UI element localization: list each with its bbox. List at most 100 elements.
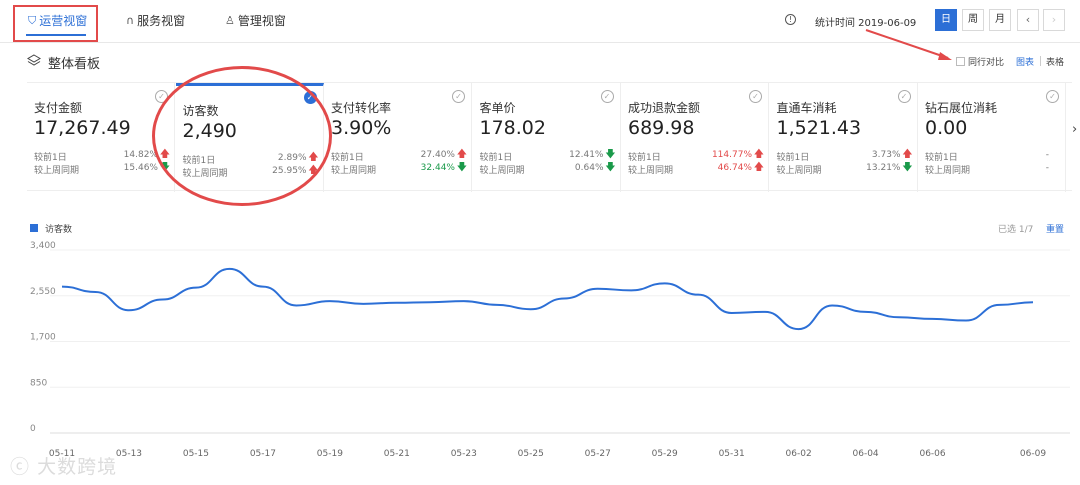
compare-value: 15.46% bbox=[123, 163, 158, 173]
compare-label: 较上周同期 bbox=[776, 166, 822, 176]
visitor-line-chart: 3,4002,5501,700850005-11 05-13 05-15 05-17 0… bbox=[30, 241, 1070, 459]
metric-title: 直通车消耗 bbox=[776, 101, 837, 115]
compare-row-day: 较前1日 27.40% 🡅 bbox=[331, 149, 467, 164]
y-tick-label: 2,550 bbox=[30, 287, 56, 297]
x-tick-label: 05-25 bbox=[518, 449, 544, 459]
compare-row-day: 较前1日 114.77% 🡅 bbox=[628, 149, 764, 164]
compare-value: 0.64% bbox=[574, 163, 604, 173]
compare-label: 较前1日 bbox=[628, 153, 661, 163]
peer-compare-checkbox[interactable] bbox=[956, 57, 965, 66]
down-arrow-icon: 🡇 bbox=[902, 162, 913, 173]
check-icon[interactable]: ✓ bbox=[600, 90, 614, 103]
compare-row-day: 较前1日 12.41% 🡇 bbox=[479, 149, 616, 164]
divider bbox=[1040, 56, 1041, 66]
metric-value: 17,267.49 bbox=[34, 117, 131, 139]
metric-title: 支付金额 bbox=[34, 101, 83, 115]
layers-icon bbox=[27, 54, 41, 66]
up-arrow-icon: 🡅 bbox=[902, 149, 913, 160]
up-arrow-icon: 🡅 bbox=[456, 149, 467, 160]
x-tick-label: 05-15 bbox=[183, 449, 209, 459]
metric-card[interactable]: 钻石展位消耗 0.00 ✓ 较前1日 - 较上周同期 - bbox=[918, 83, 1066, 192]
metric-title: 成功退款金额 bbox=[628, 101, 701, 115]
metric-value: 1,521.43 bbox=[776, 117, 862, 139]
metric-title: 钻石展位消耗 bbox=[925, 101, 998, 115]
x-tick-label: 05-13 bbox=[116, 449, 142, 459]
metric-card[interactable]: 客单价 178.02 ✓ 较前1日 12.41% 🡇 较上周同期 0.64% 🡇 bbox=[473, 83, 621, 192]
y-tick-label: 3,400 bbox=[30, 241, 56, 251]
check-icon[interactable]: ✓ bbox=[749, 90, 762, 103]
down-arrow-icon: 🡇 bbox=[605, 162, 616, 173]
compare-value: 27.40% bbox=[420, 150, 455, 160]
compare-value: - bbox=[1045, 163, 1049, 173]
x-tick-label: 05-27 bbox=[585, 449, 611, 459]
chevron-right-icon[interactable]: › bbox=[1072, 122, 1077, 137]
compare-label: 较前1日 bbox=[34, 153, 67, 163]
metric-value: 178.02 bbox=[479, 117, 546, 139]
watermark-icon: ⓒ bbox=[10, 456, 31, 478]
metric-card[interactable]: 支付转化率 3.90% ✓ 较前1日 27.40% 🡅 较上周同期 32.44%… bbox=[324, 83, 472, 192]
compare-row-week: 较上周同期 46.74% 🡅 bbox=[628, 162, 764, 177]
compare-row-week: 较上周同期 32.44% 🡇 bbox=[331, 162, 467, 177]
x-tick-label: 05-23 bbox=[451, 449, 477, 459]
metric-value: 689.98 bbox=[628, 117, 695, 139]
x-tick-label: 05-19 bbox=[317, 449, 343, 459]
section-header: 整体看板 bbox=[0, 43, 1080, 81]
peer-compare-label[interactable]: 同行对比 bbox=[968, 55, 1004, 68]
view-table-link[interactable]: 表格 bbox=[1046, 55, 1064, 68]
compare-value: 13.21% bbox=[866, 163, 901, 173]
compare-value: 12.41% bbox=[569, 150, 604, 160]
compare-label: 较上周同期 bbox=[34, 166, 80, 176]
compare-row-week: 较上周同期 13.21% 🡇 bbox=[776, 162, 913, 177]
compare-value: 3.73% bbox=[871, 150, 901, 160]
x-tick-label: 06-04 bbox=[853, 449, 879, 459]
x-tick-label: 06-02 bbox=[786, 449, 812, 459]
metric-title: 支付转化率 bbox=[331, 101, 392, 115]
x-tick-label: 05-31 bbox=[719, 449, 745, 459]
compare-row-day: 较前1日 3.73% 🡅 bbox=[776, 149, 913, 164]
compare-label: 较上周同期 bbox=[331, 166, 377, 176]
x-tick-label: 06-09 bbox=[1020, 449, 1046, 459]
compare-label: 较上周同期 bbox=[628, 166, 674, 176]
check-icon[interactable]: ✓ bbox=[452, 90, 465, 103]
up-arrow-icon: 🡅 bbox=[753, 162, 764, 173]
series-line bbox=[61, 267, 1034, 331]
annotation-circle bbox=[152, 66, 332, 206]
metric-value: 3.90% bbox=[331, 117, 392, 139]
down-arrow-icon: 🡇 bbox=[605, 149, 616, 160]
compare-label: 较前1日 bbox=[925, 153, 958, 163]
down-arrow-icon: 🡇 bbox=[456, 162, 467, 173]
metric-title: 客单价 bbox=[479, 101, 516, 115]
x-tick-label: 05-17 bbox=[250, 449, 276, 459]
compare-label: 较上周同期 bbox=[479, 166, 525, 176]
compare-label: 较前1日 bbox=[479, 153, 513, 163]
compare-value: 32.44% bbox=[420, 163, 455, 173]
watermark-text: 大数跨境 bbox=[37, 456, 118, 478]
check-icon[interactable]: ✓ bbox=[1046, 90, 1059, 103]
metric-value: 0.00 bbox=[925, 117, 968, 139]
compare-row-day: 较前1日 - bbox=[925, 150, 1061, 163]
watermark: ⓒ 大数跨境 bbox=[10, 452, 117, 479]
compare-value: - bbox=[1045, 150, 1049, 160]
compare-value: 114.77% bbox=[711, 150, 752, 160]
metric-card[interactable]: 直通车消耗 1,521.43 ✓ 较前1日 3.73% 🡅 较上周同期 13.2… bbox=[770, 83, 918, 192]
metric-card[interactable]: 成功退款金额 689.98 ✓ 较前1日 114.77% 🡅 较上周同期 46.… bbox=[621, 83, 769, 192]
y-tick-label: 850 bbox=[30, 378, 47, 388]
compare-label: 较前1日 bbox=[776, 153, 810, 163]
compare-label: 较上周同期 bbox=[925, 166, 971, 176]
check-icon[interactable]: ✓ bbox=[897, 90, 911, 103]
y-tick-label: 0 bbox=[30, 424, 36, 434]
x-tick-label: 05-29 bbox=[652, 449, 678, 459]
up-arrow-icon: 🡅 bbox=[753, 149, 764, 160]
compare-row-week: 较上周同期 0.64% 🡇 bbox=[479, 162, 616, 177]
compare-label: 较前1日 bbox=[331, 153, 364, 163]
y-tick-label: 1,700 bbox=[30, 333, 56, 343]
compare-row-day: 较前1日 14.82% 🡅 bbox=[34, 150, 170, 164]
compare-row-week: 较上周同期 15.46% 🡇 bbox=[34, 163, 170, 177]
compare-row-week: 较上周同期 - bbox=[925, 163, 1061, 176]
section-title: 整体看板 bbox=[48, 57, 101, 72]
x-tick-label: 06-06 bbox=[919, 449, 945, 459]
view-chart-link[interactable]: 图表 bbox=[1016, 55, 1034, 68]
compare-value: 14.82% bbox=[123, 150, 158, 160]
x-tick-label: 05-21 bbox=[384, 449, 410, 459]
compare-value: 46.74% bbox=[717, 163, 752, 173]
